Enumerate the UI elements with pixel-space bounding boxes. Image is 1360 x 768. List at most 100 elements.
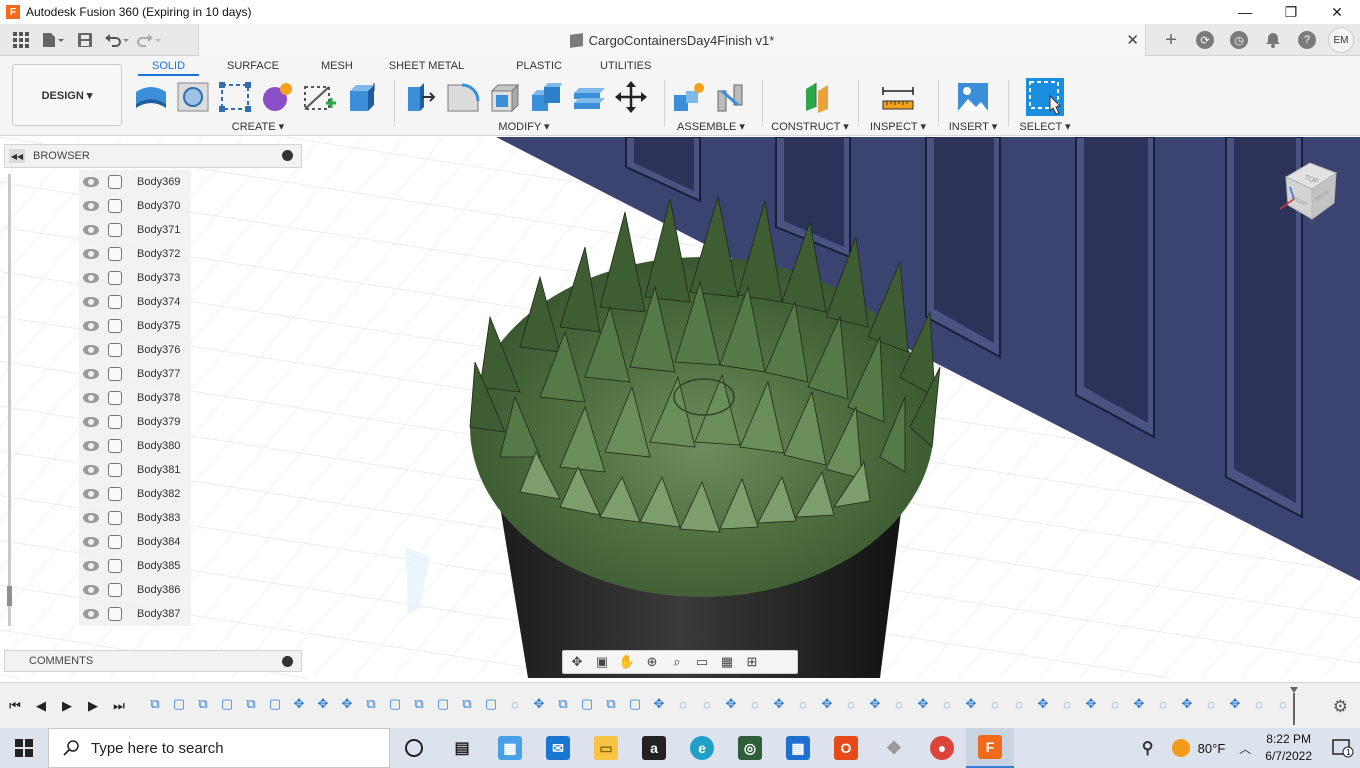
- timeline-feature-icon[interactable]: ✥: [1226, 695, 1244, 713]
- document-close-icon[interactable]: ✕: [1126, 31, 1139, 49]
- visibility-eye-icon[interactable]: [83, 609, 99, 619]
- zoom-icon[interactable]: ⊕: [642, 653, 662, 671]
- new-tab-plus-icon[interactable]: +: [1158, 27, 1184, 53]
- visibility-eye-icon[interactable]: [83, 369, 99, 379]
- timeline-feature-icon[interactable]: ▢: [434, 695, 452, 713]
- timeline-feature-icon[interactable]: ✥: [914, 695, 932, 713]
- timeline-feature-icon[interactable]: ◌: [1154, 695, 1172, 713]
- new-component-icon[interactable]: [672, 80, 706, 114]
- timeline-feature-icon[interactable]: ▢: [170, 695, 188, 713]
- notification-center-icon[interactable]: 1: [1326, 728, 1360, 768]
- press-pull-icon[interactable]: [404, 80, 438, 114]
- browser-body-row[interactable]: Body370: [79, 194, 191, 218]
- timeline-feature-icon[interactable]: ✥: [962, 695, 980, 713]
- visibility-eye-icon[interactable]: [83, 201, 99, 211]
- play-icon[interactable]: ▶: [58, 697, 76, 715]
- visibility-eye-icon[interactable]: [83, 417, 99, 427]
- pan-hand-icon[interactable]: ✋: [617, 653, 637, 671]
- browser-body-row[interactable]: Body383: [79, 506, 191, 530]
- browser-body-row[interactable]: Body372: [79, 242, 191, 266]
- timeline-feature-icon[interactable]: ◌: [1106, 695, 1124, 713]
- timeline-feature-icon[interactable]: ◌: [1250, 695, 1268, 713]
- timeline-feature-icon[interactable]: ⧉: [146, 695, 164, 713]
- timeline-feature-icon[interactable]: ◌: [938, 695, 956, 713]
- visibility-eye-icon[interactable]: [83, 585, 99, 595]
- insert-image-icon[interactable]: [956, 80, 990, 114]
- timeline-feature-icon[interactable]: ⧉: [554, 695, 572, 713]
- timeline-feature-icon[interactable]: ▢: [266, 695, 284, 713]
- timeline-feature-icon[interactable]: ◌: [1058, 695, 1076, 713]
- visibility-eye-icon[interactable]: [83, 489, 99, 499]
- browser-header[interactable]: ◀◀ BROWSER: [4, 144, 302, 168]
- timeline-feature-icon[interactable]: ✥: [290, 695, 308, 713]
- combine-icon[interactable]: [530, 80, 564, 114]
- file-explorer-icon[interactable]: ▭: [582, 728, 630, 768]
- timeline-feature-icon[interactable]: ⧉: [242, 695, 260, 713]
- visibility-eye-icon[interactable]: [83, 297, 99, 307]
- browser-body-row[interactable]: Body369: [79, 170, 191, 194]
- visibility-eye-icon[interactable]: [83, 441, 99, 451]
- undo-icon[interactable]: [104, 28, 130, 52]
- mail-icon[interactable]: ✉: [534, 728, 582, 768]
- timeline-feature-icon[interactable]: ✥: [530, 695, 548, 713]
- chrome-icon[interactable]: ●: [918, 728, 966, 768]
- timeline-feature-icon[interactable]: ◌: [890, 695, 908, 713]
- control-panel-icon[interactable]: ▦: [486, 728, 534, 768]
- save-icon[interactable]: [72, 28, 98, 52]
- browser-body-row[interactable]: Body375: [79, 314, 191, 338]
- timeline-feature-icon[interactable]: ◌: [1010, 695, 1028, 713]
- timeline-feature-icon[interactable]: ◌: [794, 695, 812, 713]
- viewports-icon[interactable]: ⊞: [742, 653, 762, 671]
- timeline-feature-icon[interactable]: ◌: [506, 695, 524, 713]
- create-dropdown[interactable]: CREATE ▾: [132, 120, 384, 133]
- tab-utilities[interactable]: UTILITIES: [586, 58, 665, 76]
- timeline-feature-icon[interactable]: ✥: [866, 695, 884, 713]
- redo-icon[interactable]: [136, 28, 162, 52]
- timeline-feature-icon[interactable]: ▢: [578, 695, 596, 713]
- browser-body-row[interactable]: Body385: [79, 554, 191, 578]
- tab-sheet-metal[interactable]: SHEET METAL: [375, 58, 478, 76]
- visibility-eye-icon[interactable]: [83, 273, 99, 283]
- visibility-eye-icon[interactable]: [83, 321, 99, 331]
- tab-plastic[interactable]: PLASTIC: [502, 58, 576, 76]
- help-icon[interactable]: ?: [1294, 27, 1320, 53]
- add-comment-icon[interactable]: [282, 656, 293, 667]
- timeline-feature-icon[interactable]: ✥: [818, 695, 836, 713]
- timeline-feature-icon[interactable]: ✥: [650, 695, 668, 713]
- browser-body-row[interactable]: Body380: [79, 434, 191, 458]
- modify-dropdown[interactable]: MODIFY ▾: [394, 120, 654, 133]
- measure-icon[interactable]: [881, 80, 915, 114]
- dropbox-icon[interactable]: ❖: [870, 728, 918, 768]
- taskbar-search-box[interactable]: Type here to search: [48, 728, 390, 768]
- visibility-eye-icon[interactable]: [83, 345, 99, 355]
- move-copy-icon[interactable]: [614, 80, 648, 114]
- shell-icon[interactable]: [488, 80, 522, 114]
- data-panel-grid-icon[interactable]: [8, 28, 34, 52]
- edge-browser-icon[interactable]: e: [678, 728, 726, 768]
- form-icon[interactable]: [176, 80, 210, 114]
- visibility-eye-icon[interactable]: [83, 537, 99, 547]
- step-forward-icon[interactable]: ▶: [84, 697, 102, 715]
- create-sketch-plus-icon[interactable]: [302, 80, 336, 114]
- timeline-feature-icon[interactable]: ⧉: [410, 695, 428, 713]
- timeline-feature-icon[interactable]: ✥: [722, 695, 740, 713]
- timeline-feature-icon[interactable]: ◌: [674, 695, 692, 713]
- joint-icon[interactable]: [714, 80, 748, 114]
- timeline-feature-icon[interactable]: ✥: [1178, 695, 1196, 713]
- tab-mesh[interactable]: MESH: [307, 58, 367, 76]
- extrude-icon[interactable]: [344, 80, 378, 114]
- browser-body-row[interactable]: Body376: [79, 338, 191, 362]
- browser-body-row[interactable]: Body381: [79, 458, 191, 482]
- timeline-feature-icon[interactable]: ◌: [1202, 695, 1220, 713]
- step-back-icon[interactable]: ◀: [32, 697, 50, 715]
- visibility-eye-icon[interactable]: [83, 393, 99, 403]
- visibility-eye-icon[interactable]: [83, 561, 99, 571]
- timeline-feature-icon[interactable]: ✥: [338, 695, 356, 713]
- document-tab[interactable]: CargoContainersDay4Finish v1* ✕: [198, 24, 1146, 56]
- browser-body-row[interactable]: Body371: [79, 218, 191, 242]
- timeline-feature-icon[interactable]: ⧉: [194, 695, 212, 713]
- cortana-icon[interactable]: [390, 728, 438, 768]
- timeline-feature-icon[interactable]: ✥: [1082, 695, 1100, 713]
- minimize-button[interactable]: —: [1222, 0, 1268, 24]
- create-form-sphere-icon[interactable]: [260, 80, 294, 114]
